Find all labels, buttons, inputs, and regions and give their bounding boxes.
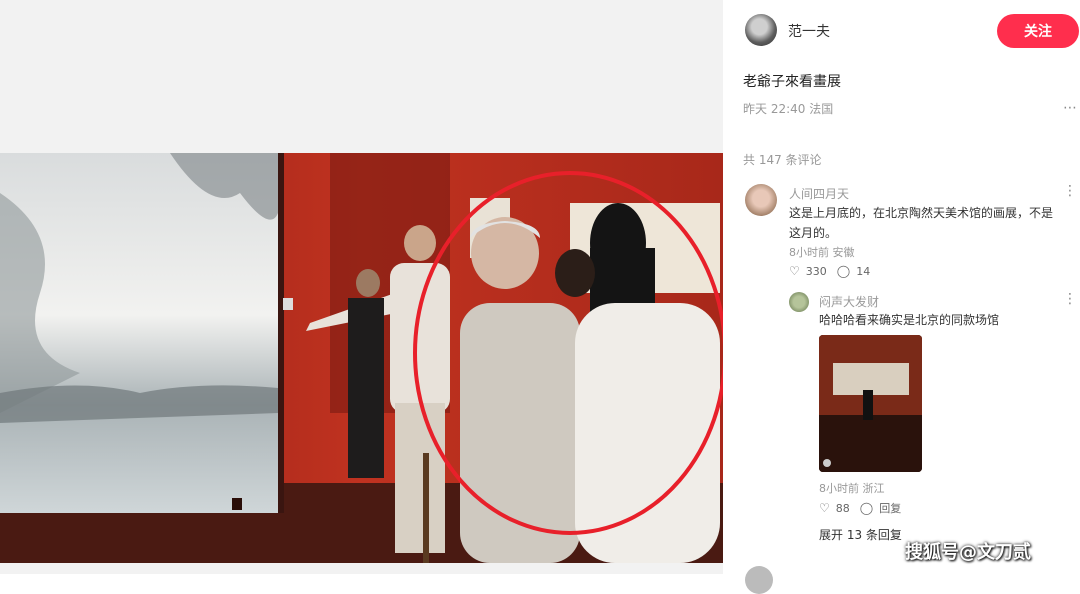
next-comment-avatar[interactable]	[745, 566, 773, 594]
reply-meta: 8小时前 浙江	[819, 482, 885, 495]
post-photo[interactable]	[0, 153, 723, 563]
reply-image[interactable]	[819, 335, 922, 472]
follow-button[interactable]: 关注	[997, 14, 1079, 48]
post-meta: 昨天 22:40 法国	[743, 102, 834, 116]
comment-avatar[interactable]	[745, 184, 777, 216]
comment-meta: 8小时前 安徽	[789, 246, 855, 259]
expand-replies[interactable]: 展开 13 条回复	[819, 526, 902, 543]
comment-more-icon[interactable]: ⋮	[1063, 183, 1078, 199]
reply-icon[interactable]: ◯	[860, 501, 873, 515]
comment-text: 这是上月底的，在北京陶然天美术馆的画展，不是这月的。	[789, 206, 1054, 240]
reply-avatar[interactable]	[789, 292, 809, 312]
reply-more-icon[interactable]: ⋮	[1063, 291, 1078, 307]
watermark: 搜狐号@文刀贰	[905, 542, 1031, 563]
reply-count: 14	[856, 264, 871, 278]
comment-count: 共 147 条评论	[743, 153, 822, 167]
post-title: 老爺子來看畫展	[743, 74, 841, 90]
heart-icon[interactable]: ♡	[789, 264, 800, 278]
image-viewer	[0, 0, 723, 574]
heart-icon[interactable]: ♡	[819, 501, 830, 515]
author-avatar[interactable]	[745, 14, 777, 46]
reply-icon[interactable]: ◯	[837, 264, 850, 278]
comment-actions: ♡ 330 ◯ 14	[789, 264, 870, 278]
post-more-icon[interactable]: ⋯	[1063, 100, 1078, 116]
comment-username[interactable]: 人间四月天	[789, 185, 849, 202]
reply-actions: ♡ 88 ◯ 回复	[819, 500, 901, 516]
reply-username[interactable]: 闷声大发财	[819, 293, 879, 310]
reply-text: 哈哈哈看来确实是北京的同款场馆	[819, 313, 1000, 327]
post-detail-panel: 范一夫 关注 老爺子來看畫展 昨天 22:40 法国 ⋯ 共 147 条评论 人…	[723, 0, 1080, 594]
reply-like-count: 88	[835, 501, 850, 515]
reply-button[interactable]: 回复	[879, 500, 901, 516]
author-name[interactable]: 范一夫	[788, 21, 830, 41]
like-count: 330	[805, 264, 827, 278]
